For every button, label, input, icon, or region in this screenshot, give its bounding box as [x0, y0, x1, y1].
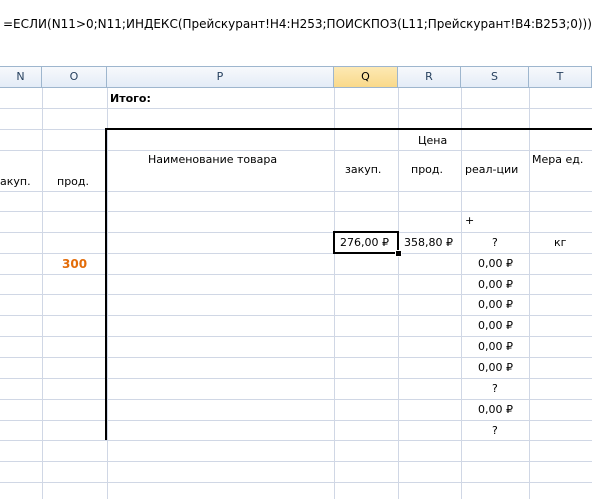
grid-line — [0, 336, 592, 337]
cell-mera-header[interactable]: Мера ед. — [532, 153, 583, 166]
column-header-n[interactable]: N — [0, 67, 42, 87]
cell-o-value[interactable]: 300 — [62, 257, 87, 271]
grid-line — [0, 357, 592, 358]
column-header-r[interactable]: R — [398, 67, 461, 87]
cell-plus[interactable]: + — [465, 214, 474, 227]
cell-s-value[interactable]: ? — [492, 382, 498, 395]
fill-handle[interactable] — [395, 250, 402, 257]
grid-line — [0, 253, 592, 254]
grid-line — [0, 191, 592, 192]
cell-s-value[interactable]: 0,00 ₽ — [478, 278, 513, 291]
cell-itogo[interactable]: Итого: — [110, 92, 151, 105]
formula-bar[interactable]: =ЕСЛИ(N11>0;N11;ИНДЕКС(Прейскурант!H4:H2… — [0, 0, 592, 67]
cell-s-value[interactable]: 0,00 ₽ — [478, 257, 513, 270]
spreadsheet-grid[interactable]: Итого: Цена Наименование товара закуп. п… — [0, 88, 592, 499]
grid-line — [0, 274, 592, 275]
grid-line — [0, 232, 592, 233]
column-header-row: N O P Q R S T — [0, 67, 592, 88]
active-cell-selection[interactable] — [333, 231, 399, 254]
cell-tsena-header[interactable]: Цена — [418, 134, 447, 147]
table-border-top — [106, 128, 592, 130]
cell-zakup-header[interactable]: закуп. — [345, 163, 381, 176]
grid-line — [0, 108, 592, 109]
cell-s-value[interactable]: 0,00 ₽ — [478, 298, 513, 311]
column-header-p[interactable]: P — [107, 67, 334, 87]
column-header-s[interactable]: S — [461, 67, 529, 87]
cell-s-value[interactable]: 0,00 ₽ — [478, 340, 513, 353]
cell-s-value[interactable]: ? — [492, 424, 498, 437]
formula-text[interactable]: =ЕСЛИ(N11>0;N11;ИНДЕКС(Прейскурант!H4:H2… — [3, 17, 592, 31]
grid-line — [0, 440, 592, 441]
grid-line — [0, 399, 592, 400]
grid-line — [0, 294, 592, 295]
column-header-o[interactable]: O — [42, 67, 107, 87]
grid-line — [0, 482, 592, 483]
column-header-q[interactable]: Q — [334, 67, 398, 87]
cell-s-value[interactable]: ? — [492, 236, 498, 249]
cell-r-value[interactable]: 358,80 ₽ — [404, 236, 453, 249]
cell-s-value[interactable]: 0,00 ₽ — [478, 361, 513, 374]
table-border-left — [105, 128, 107, 440]
grid-line — [0, 315, 592, 316]
grid-line — [0, 150, 592, 151]
grid-line — [0, 378, 592, 379]
cell-s-value[interactable]: 0,00 ₽ — [478, 403, 513, 416]
grid-line — [0, 211, 592, 212]
cell-t-value[interactable]: кг — [554, 236, 566, 249]
cell-realtsii-header[interactable]: реал-ции — [465, 163, 518, 176]
grid-line — [0, 461, 592, 462]
grid-line — [0, 420, 592, 421]
cell-n-header[interactable]: акуп. — [0, 175, 31, 188]
column-header-t[interactable]: T — [529, 67, 592, 87]
cell-prod-header[interactable]: прод. — [411, 163, 443, 176]
cell-o-header[interactable]: прод. — [57, 175, 89, 188]
cell-naimenovanie-header[interactable]: Наименование товара — [148, 153, 277, 166]
cell-s-value[interactable]: 0,00 ₽ — [478, 319, 513, 332]
